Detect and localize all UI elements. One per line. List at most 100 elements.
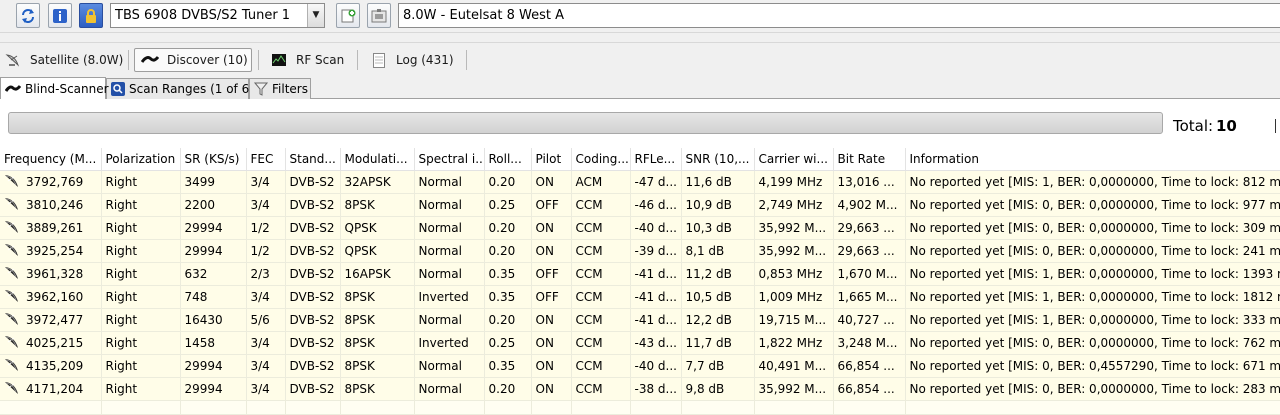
column-header[interactable]: Spectral i...	[414, 148, 485, 171]
settings-button[interactable]	[367, 3, 391, 28]
column-header[interactable]: Bit Rate	[833, 148, 906, 171]
table-row[interactable]: 4171,204 Right 29994 3/4 DVB-S2 8PSK Normal 0.2…	[0, 377, 1280, 401]
table-cell: ON	[531, 239, 572, 263]
table-cell: ON	[531, 216, 572, 240]
table-cell: 35,992 M...	[754, 216, 834, 240]
table-cell: No reported yet [MIS: 1, BER: 0,0000000,…	[905, 285, 1280, 309]
table-row[interactable]: 3889,261 Right 29994 1/2 DVB-S2 QPSK Normal 0.2…	[0, 216, 1280, 240]
table-cell: 1,665 M...	[833, 285, 906, 309]
table-cell: 3/4	[246, 354, 286, 378]
tab-filters[interactable]: Filters	[249, 78, 311, 99]
table-row[interactable]: 3792,769 Right 3499 3/4 DVB-S2 32APSK Normal 0.…	[0, 170, 1280, 194]
tab-divider	[128, 50, 129, 70]
table-cell: -41 d...	[630, 308, 682, 332]
table-cell: ON	[531, 331, 572, 355]
column-header[interactable]: Roll...	[484, 148, 532, 171]
table-cell: ON	[531, 354, 572, 378]
transponder-dish-icon	[4, 381, 20, 395]
table-cell: CCM	[571, 331, 631, 355]
table-cell: 29994	[180, 216, 247, 240]
table-cell: 0,853 MHz	[754, 262, 834, 286]
table-row[interactable]: 3961,328 Right 632 2/3 DVB-S2 16APSK Normal 0.3…	[0, 262, 1280, 286]
table-cell: 8PSK	[340, 377, 415, 401]
refresh-button[interactable]	[16, 3, 40, 28]
column-header[interactable]: Information	[905, 148, 1280, 171]
table-cell: -47 d...	[630, 170, 682, 194]
column-header[interactable]: Modulati...	[340, 148, 415, 171]
info-button[interactable]	[48, 3, 72, 28]
transponder-dish-icon	[4, 335, 20, 349]
table-cell: 0.20	[484, 216, 532, 240]
column-header[interactable]: Carrier wi...	[754, 148, 834, 171]
table-cell: 3961,328	[0, 262, 102, 286]
table-cell	[0, 400, 102, 415]
table-cell: Right	[101, 216, 181, 240]
table-cell: Right	[101, 308, 181, 332]
table-cell: DVB-S2	[285, 331, 341, 355]
chevron-down-icon: ▼	[307, 4, 324, 27]
table-cell: 1,822 MHz	[754, 331, 834, 355]
tab-divider	[466, 50, 467, 70]
table-cell: QPSK	[340, 216, 415, 240]
frequency-value: 3889,261	[26, 221, 84, 235]
add-icon	[341, 9, 356, 22]
table-row[interactable]: 3972,477 Right 16430 5/6 DVB-S2 8PSK Normal 0.2…	[0, 308, 1280, 332]
frequency-value: 3972,477	[26, 313, 84, 327]
table-cell: 0.20	[484, 308, 532, 332]
table-cell: CCM	[571, 308, 631, 332]
column-header[interactable]: RFLe...	[630, 148, 682, 171]
satellite-select[interactable]: 8.0W - Eutelsat 8 West A	[398, 3, 1280, 28]
tab-blind-scanner-label: Blind-Scanner	[25, 81, 109, 96]
table-cell: DVB-S2	[285, 170, 341, 194]
table-header-row: Frequency (M... Polarization SR (KS/s) FEC S…	[0, 148, 1280, 171]
table-row[interactable]: 3925,254 Right 29994 1/2 DVB-S2 QPSK Normal 0.2…	[0, 239, 1280, 263]
tab-rf-scan[interactable]: RF Scan	[270, 48, 344, 72]
settings-icon	[371, 8, 387, 22]
table-cell: 8PSK	[340, 331, 415, 355]
table-cell	[180, 400, 247, 415]
table-row[interactable]: 3810,246 Right 2200 3/4 DVB-S2 8PSK Normal 0.25…	[0, 193, 1280, 217]
table-cell: No reported yet [MIS: 0, BER: 0,4557290,…	[905, 354, 1280, 378]
tab-scan-ranges-label: Scan Ranges (1 of 6)	[129, 82, 254, 96]
column-header[interactable]: Coding...	[571, 148, 631, 171]
column-header[interactable]: FEC	[246, 148, 286, 171]
tab-blind-scanner[interactable]: Blind-Scanner	[0, 77, 109, 99]
column-header[interactable]: SR (KS/s)	[180, 148, 247, 171]
add-button[interactable]	[336, 3, 360, 28]
tab-discover[interactable]: Discover (10)	[134, 48, 252, 72]
table-cell: 66,854 ...	[833, 354, 906, 378]
table-cell: ON	[531, 377, 572, 401]
table-cell: Normal	[414, 354, 485, 378]
table-row[interactable]: 3962,160 Right 748 3/4 DVB-S2 8PSK Inverted 0.3…	[0, 285, 1280, 309]
table-cell: Normal	[414, 239, 485, 263]
scan-ranges-icon	[111, 82, 125, 96]
tab-satellite[interactable]: Satellite (8.0W)	[4, 48, 123, 72]
table-cell: 11,2 dB	[681, 262, 755, 286]
transponder-dish-icon	[4, 243, 20, 257]
table-row[interactable]: 4135,209 Right 29994 3/4 DVB-S2 8PSK Normal 0.3…	[0, 354, 1280, 378]
tab-log[interactable]: Log (431)	[370, 48, 454, 72]
table-cell: 3/4	[246, 170, 286, 194]
tuner-select[interactable]: TBS 6908 DVBS/S2 Tuner 1 ▼	[110, 3, 325, 28]
table-cell: CCM	[571, 193, 631, 217]
column-header[interactable]: Polarization	[101, 148, 181, 171]
table-cell: 8PSK	[340, 193, 415, 217]
table-cell: 3499	[180, 170, 247, 194]
tab-scan-ranges[interactable]: Scan Ranges (1 of 6)	[106, 78, 254, 99]
table-cell: Right	[101, 285, 181, 309]
table-row[interactable]: 4025,215 Right 1458 3/4 DVB-S2 8PSK Inverted 0.…	[0, 331, 1280, 355]
table-cell: 4,199 MHz	[754, 170, 834, 194]
column-header[interactable]: SNR (10,...	[681, 148, 755, 171]
table-cell	[484, 400, 532, 415]
total-value: 10	[1216, 117, 1237, 135]
table-cell: 0.25	[484, 331, 532, 355]
transponder-dish-icon	[4, 266, 20, 280]
table-cell: No reported yet [MIS: 1, BER: 0,0000000,…	[905, 170, 1280, 194]
column-header[interactable]: Pilot	[531, 148, 572, 171]
empty-row	[0, 400, 1280, 415]
table-cell: 12,2 dB	[681, 308, 755, 332]
lock-button[interactable]	[79, 3, 103, 28]
column-header[interactable]: Stand...	[285, 148, 341, 171]
rf-scan-icon	[270, 52, 288, 68]
column-header[interactable]: Frequency (M...	[0, 148, 102, 171]
